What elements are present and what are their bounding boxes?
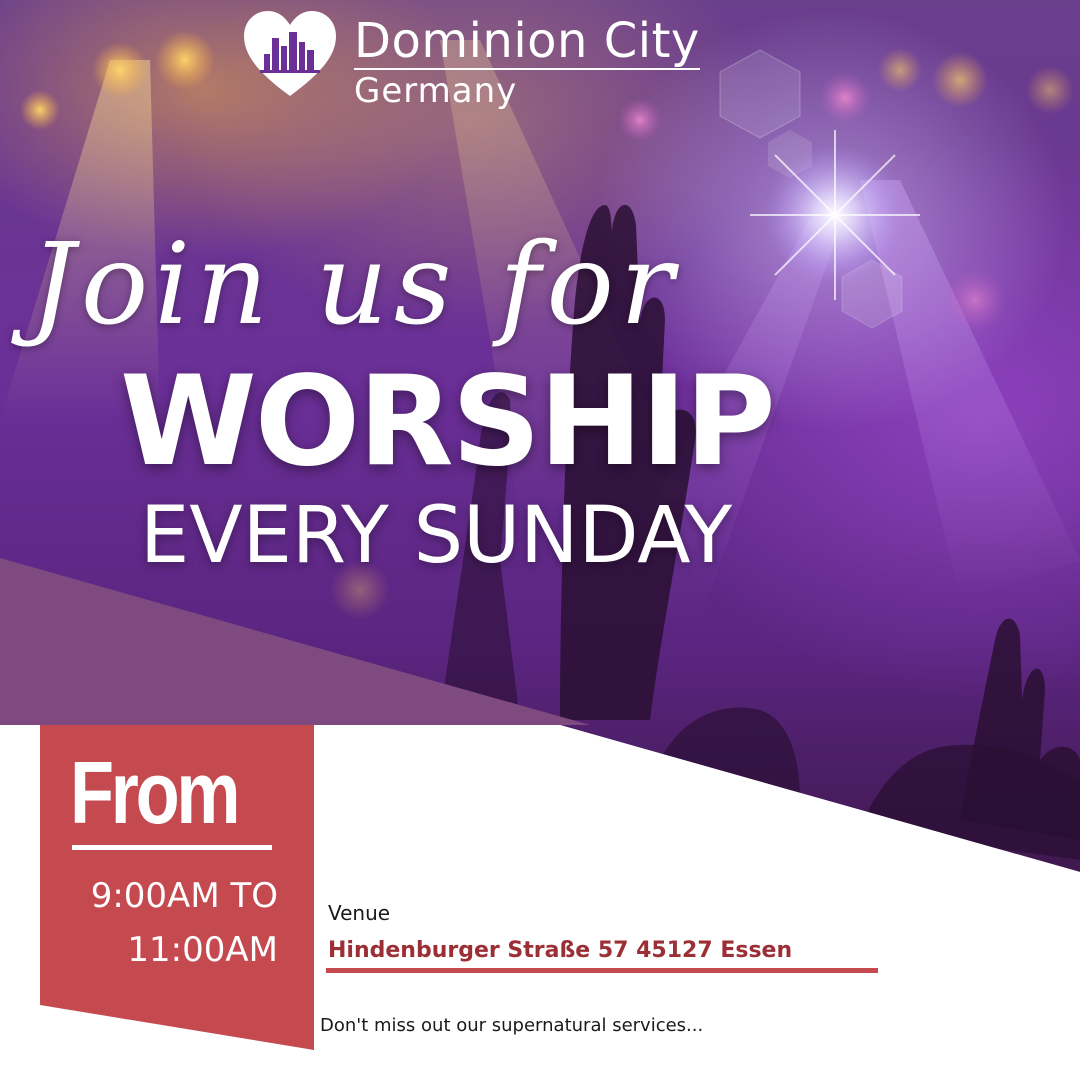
church-logo: Dominion City Germany (240, 8, 700, 112)
tagline: Don't miss out our supernatural services… (320, 1015, 704, 1036)
headline-main: WORSHIP (120, 350, 776, 494)
end-time: 11:00AM (127, 930, 278, 970)
worship-flyer: Dominion City Germany Join us for WORSHI… (0, 0, 1080, 1080)
from-label: From (70, 743, 241, 842)
logo-text: Dominion City Germany (354, 14, 700, 112)
start-time: 9:00AM TO (90, 876, 278, 916)
venue-address: Hindenburger Straße 57 45127 Essen (328, 938, 793, 963)
venue-label: Venue (328, 901, 391, 925)
heart-skyline-icon (244, 11, 336, 96)
logo-name: Dominion City (354, 13, 700, 70)
schedule-box: From 9:00AM TO 11:00AM (40, 725, 314, 1050)
from-underline (72, 845, 272, 850)
headline-script: Join us for (30, 220, 680, 350)
logo-subtitle: Germany (354, 71, 518, 111)
venue-underline (326, 968, 878, 973)
headline-sub: EVERY SUNDAY (140, 491, 733, 581)
